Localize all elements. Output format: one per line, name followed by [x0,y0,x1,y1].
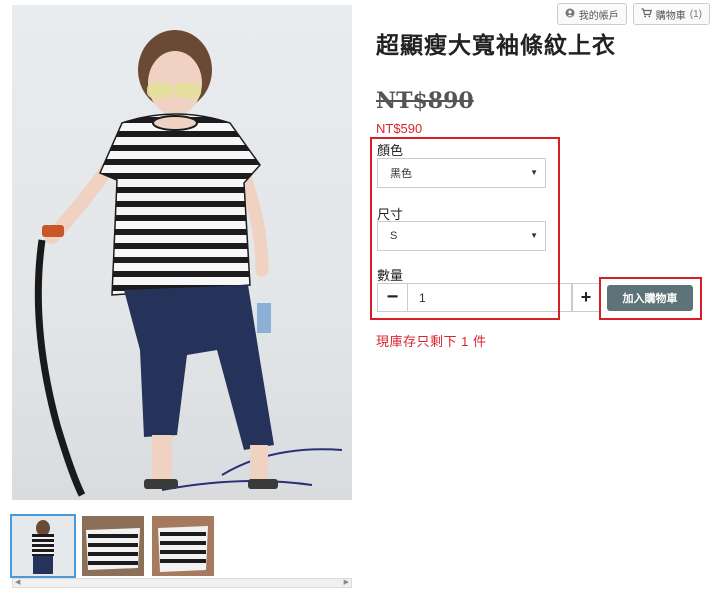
top-utility-bar: 我的帳戶 購物車 (1) [556,3,710,25]
account-label: 我的帳戶 [578,10,619,22]
cart-count: (1) [689,8,702,20]
sale-price: NT$590 [376,121,423,136]
thumbnail-strip [10,514,214,578]
add-to-cart-highlight-box [599,277,702,320]
cart-label: 購物車 [655,10,686,22]
stock-notice: 現庫存只剩下 1 件 [376,334,487,349]
thumbnail-1[interactable] [10,514,76,578]
original-price: NT$890 [376,88,474,114]
account-button[interactable]: 我的帳戶 [556,3,627,25]
scroll-right-icon[interactable]: ▶ [344,579,349,587]
thumbnail-scrollbar[interactable]: ◀ ▶ [12,578,352,588]
shopping-cart-icon [641,7,652,21]
user-icon [565,8,575,21]
product-main-image[interactable] [12,5,352,500]
product-title: 超顯瘦大寬袖條紋上衣 [376,33,616,59]
scroll-left-icon[interactable]: ◀ [15,579,20,587]
cart-button[interactable]: 購物車 (1) [632,3,710,25]
thumbnail-2[interactable] [82,516,144,576]
quantity-increase-button[interactable]: + [572,283,600,312]
options-highlight-box [370,137,560,320]
thumbnail-3[interactable] [152,516,214,576]
